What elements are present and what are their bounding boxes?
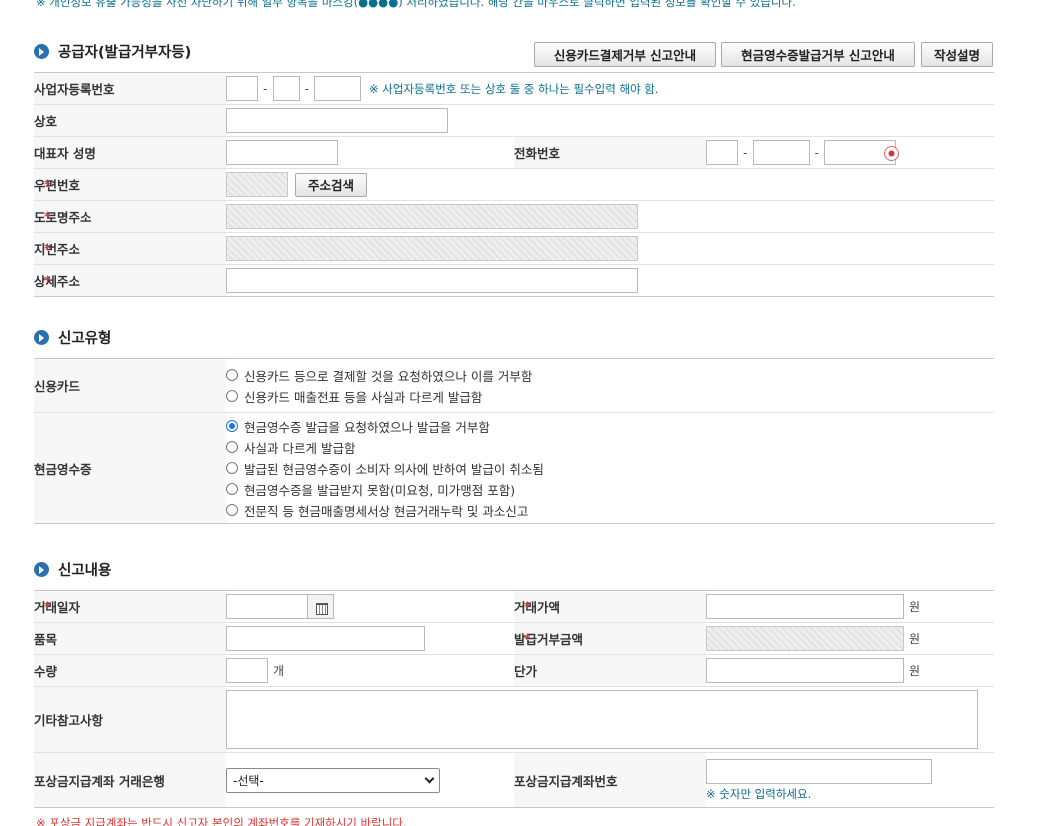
account-no-label: 포상금지급계좌번호 (514, 752, 706, 808)
jibun-address-input (226, 236, 638, 261)
bank-label: 포상금지급계좌 거래은행 (34, 752, 226, 808)
biz-no-field-3[interactable] (314, 76, 362, 101)
road-address-input (226, 204, 638, 229)
card-option-2[interactable]: 신용카드 매출전표 등을 사실과 다르게 발급함 (226, 386, 994, 407)
road-address-label: 도로명주소 (34, 200, 226, 233)
report-type-section-header: 신고유형 (34, 327, 111, 348)
cash-option-2[interactable]: 사실과 다르게 발급함 (226, 437, 994, 458)
radio-button[interactable] (226, 441, 238, 453)
chevron-down-icon (424, 773, 435, 783)
report-type-table: 신용카드 신용카드 등으로 결제할 것을 요청하였으나 이를 거부함 신용카드 … (34, 358, 994, 524)
phone-label: 전화번호 (514, 136, 706, 169)
jibun-address-row: 지번주소 (34, 232, 994, 265)
etc-row: 기타참고사항 (34, 686, 994, 753)
refused-amount-label: 발급거부금액 (514, 622, 706, 655)
ceo-name-label: 대표자 성명 (34, 136, 226, 169)
cash-option-3[interactable]: 발급된 현금영수증이 소비자 의사에 반하여 발급이 취소됨 (226, 458, 994, 479)
refused-amount-input (706, 626, 904, 651)
supplier-section-title: 공급자(발급거부자등) (58, 45, 192, 61)
bank-account-row: 포상금지급계좌 거래은행 -선택- 포상금지급계좌번호 ※ 숫자만 입력하세요. (34, 752, 994, 808)
qty-price-row: 수량 개 단가 원 (34, 654, 994, 687)
date-amount-row: 거래일자 거래가액 원 (34, 590, 994, 623)
account-footnote: ※ 포상금 지급계좌는 반드시 신고자 본인의 계좌번호를 기재하시기 바랍니다… (36, 816, 407, 826)
address-search-button[interactable]: 주소검색 (294, 172, 367, 197)
bullet-arrow-icon (34, 44, 49, 59)
item-label: 품목 (34, 622, 226, 655)
detail-address-label: 상세주소 (34, 264, 226, 297)
postal-row: 우편번호 주소검색 (34, 168, 994, 201)
report-detail-table: 거래일자 거래가액 원 품목 발급거부금액 원 수량 개 단가 원 기타참고사항… (34, 590, 994, 808)
trade-amount-label: 거래가액 (514, 590, 706, 623)
account-no-hint: ※ 숫자만 입력하세요. (706, 786, 812, 801)
item-input[interactable] (226, 626, 425, 651)
company-name-input[interactable] (226, 108, 448, 133)
won-unit: 원 (909, 600, 921, 614)
report-detail-section-title: 신고내용 (58, 563, 112, 579)
unit-price-input[interactable] (706, 658, 904, 683)
biz-no-hint: ※ 사업자등록번호 또는 상호 둘 중 하나는 필수입력 해야 함. (369, 81, 659, 96)
phone-field-1[interactable] (706, 140, 738, 165)
ceo-name-input[interactable] (226, 140, 338, 165)
detail-address-input[interactable] (226, 268, 638, 293)
etc-label: 기타참고사항 (34, 686, 226, 753)
unit-price-label: 단가 (514, 654, 706, 687)
bank-select[interactable]: -선택- (226, 767, 440, 793)
trade-date-label: 거래일자 (34, 590, 226, 623)
unmask-icon[interactable] (884, 146, 899, 161)
radio-button-selected[interactable] (226, 420, 238, 432)
biz-no-row: 사업자등록번호 -- ※ 사업자등록번호 또는 상호 둘 중 하나는 필수입력 … (34, 72, 994, 105)
quantity-unit: 개 (273, 664, 285, 678)
radio-button[interactable] (226, 504, 238, 516)
ceo-phone-row: 대표자 성명 전화번호 -- (34, 136, 994, 169)
radio-button[interactable] (226, 483, 238, 495)
biz-no-field-1[interactable] (226, 76, 258, 101)
supplier-section-header: 공급자(발급거부자등) (34, 41, 191, 62)
card-option-1[interactable]: 신용카드 등으로 결제할 것을 요청하였으나 이를 거부함 (226, 365, 994, 386)
radio-button[interactable] (226, 462, 238, 474)
cash-option-4[interactable]: 현금영수증을 발급받지 못함(미요청, 미가맹점 포함) (226, 479, 994, 500)
report-detail-section-header: 신고내용 (34, 559, 111, 580)
quantity-label: 수량 (34, 654, 226, 687)
trade-date-input[interactable] (226, 594, 308, 619)
company-name-label: 상호 (34, 104, 226, 137)
cash-type-label: 현금영수증 (34, 412, 226, 524)
card-refusal-guide-button[interactable]: 신용카드결제거부 신고안내 (534, 42, 716, 67)
bullet-arrow-icon (34, 562, 49, 577)
etc-textarea[interactable] (226, 690, 978, 749)
card-type-row: 신용카드 신용카드 등으로 결제할 것을 요청하였으나 이를 거부함 신용카드 … (34, 358, 994, 413)
biz-no-label: 사업자등록번호 (34, 72, 226, 105)
card-type-label: 신용카드 (34, 358, 226, 413)
trade-amount-input[interactable] (706, 594, 904, 619)
postal-code-input (226, 172, 288, 197)
cash-type-row: 현금영수증 현금영수증 발급을 요청하였으나 발급을 거부함 사실과 다르게 발… (34, 412, 994, 524)
won-unit: 원 (909, 632, 921, 646)
account-no-input[interactable] (706, 758, 932, 784)
cash-option-5[interactable]: 전문직 등 현금매출명세서상 현금거래누락 및 과소신고 (226, 500, 994, 521)
detail-address-row: 상세주소 (34, 264, 994, 297)
phone-field-2[interactable] (752, 140, 810, 165)
won-unit: 원 (909, 664, 921, 678)
report-type-section-title: 신고유형 (58, 331, 112, 347)
company-name-row: 상호 (34, 104, 994, 137)
biz-no-field-2[interactable] (272, 76, 300, 101)
radio-button[interactable] (226, 369, 238, 381)
bullet-arrow-icon (34, 330, 49, 345)
calendar-icon[interactable] (308, 594, 334, 619)
cash-refusal-guide-button[interactable]: 현금영수증발급거부 신고안내 (721, 42, 915, 67)
quantity-input[interactable] (226, 658, 268, 683)
help-button[interactable]: 작성설명 (921, 42, 993, 67)
item-refused-row: 품목 발급거부금액 원 (34, 622, 994, 655)
jibun-address-label: 지번주소 (34, 232, 226, 265)
cash-option-1[interactable]: 현금영수증 발급을 요청하였으나 발급을 거부함 (226, 416, 994, 437)
bank-select-value: -선택- (233, 773, 264, 788)
road-address-row: 도로명주소 (34, 200, 994, 233)
masking-notice: ※ 개인정보 유출 가능성을 사전 차단하기 위해 일부 항목을 마스킹(●●●… (36, 0, 796, 9)
postal-label: 우편번호 (34, 168, 226, 201)
supplier-table: 사업자등록번호 -- ※ 사업자등록번호 또는 상호 둘 중 하나는 필수입력 … (34, 72, 994, 297)
radio-button[interactable] (226, 390, 238, 402)
